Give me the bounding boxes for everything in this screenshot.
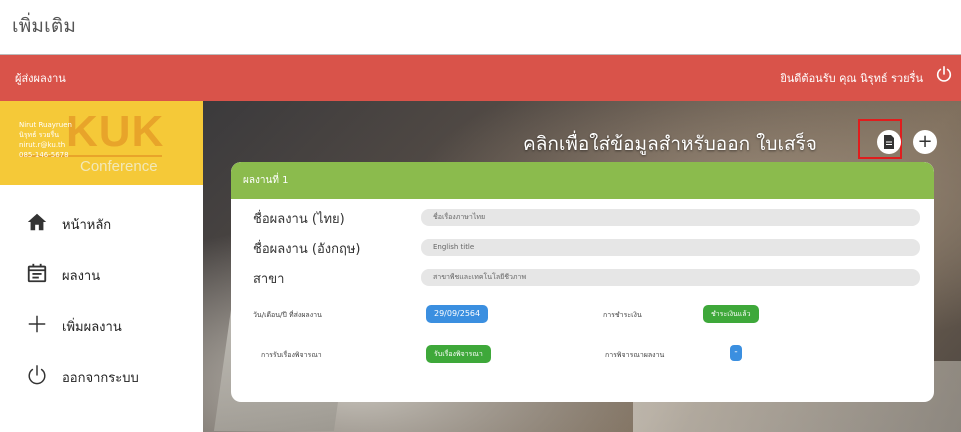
receipt-button[interactable] xyxy=(877,130,901,154)
document-icon xyxy=(884,135,894,149)
logo-kuk-text: KUK xyxy=(66,107,165,156)
user-name-th: นิรุทธ์ รวยรื่น xyxy=(19,131,59,139)
sidebar-item-works[interactable]: ผลงาน xyxy=(0,256,203,307)
sidebar-item-home[interactable]: หน้าหลัก xyxy=(0,205,203,256)
sidebar: KUK Conference Nirut Ruayruen นิรุทธ์ รว… xyxy=(0,101,203,432)
power-icon[interactable] xyxy=(935,65,953,83)
sidebar-item-label: เพิ่มผลงาน xyxy=(62,320,122,335)
work-card: ผลงานที่ 1 ชื่อผลงาน (ไทย) ชื่อเรื่องภาษ… xyxy=(231,162,934,402)
user-info: Nirut Ruayruen นิรุทธ์ รวยรื่น nirut.r@k… xyxy=(19,120,72,160)
field-label: ชื่อผลงาน (อังกฤษ) xyxy=(253,242,361,257)
date-label: วัน/เดือน/ปี ที่ส่งผลงาน xyxy=(253,311,322,319)
branch-field[interactable]: สาขาพืชและเทคโนโลยีชีวภาพ xyxy=(421,269,920,286)
card-header: ผลงานที่ 1 xyxy=(231,162,934,199)
app-window: ผู้ส่งผลงาน ยินดีต้อนรับ คุณ นิรุทธ์ รวย… xyxy=(0,54,961,432)
user-email: nirut.r@ku.th xyxy=(19,141,66,149)
add-receipt-button[interactable]: + xyxy=(913,130,937,154)
home-icon xyxy=(27,213,47,231)
row-title-th: ชื่อผลงาน (ไทย) ชื่อเรื่องภาษาไทย xyxy=(231,206,934,228)
sidebar-nav: หน้าหลัก ผลงาน เพิ่มผลงาน ออกจากระบบ xyxy=(0,205,203,409)
sidebar-item-label: ผลงาน xyxy=(62,269,101,284)
sidebar-item-label: ออกจากระบบ xyxy=(62,371,139,386)
logo-conference-text: Conference xyxy=(80,158,158,175)
plus-icon: + xyxy=(917,131,933,152)
accept-label: การรับเรื่องพิจารณา xyxy=(261,351,322,359)
topbar-brand: ผู้ส่งผลงาน xyxy=(15,72,66,85)
row-branch: สาขา สาขาพืชและเทคโนโลยีชีวภาพ xyxy=(231,266,934,288)
welcome-text: ยินดีต้อนรับ คุณ นิรุทธ์ รวยรื่น xyxy=(780,72,923,85)
date-badge: 29/09/2564 xyxy=(426,305,489,323)
hero-background: คลิกเพื่อใส่ข้อมูลสำหรับออก ใบเสร็จ + ผล… xyxy=(203,101,961,432)
plus-icon xyxy=(28,315,46,333)
sidebar-item-label: หน้าหลัก xyxy=(62,218,112,233)
title-en-field[interactable]: English title xyxy=(421,239,920,256)
calendar-icon xyxy=(27,263,47,283)
payment-status-badge: ชำระเงินแล้ว xyxy=(703,305,759,323)
title-th-field[interactable]: ชื่อเรื่องภาษาไทย xyxy=(421,209,920,226)
power-icon xyxy=(28,365,46,385)
payment-label: การชำระเงิน xyxy=(603,311,642,319)
row-title-en: ชื่อผลงาน (อังกฤษ) English title xyxy=(231,236,934,258)
user-phone: 085-146-5678 xyxy=(19,151,69,159)
review-label: การพิจารณาผลงาน xyxy=(605,351,665,359)
logo: KUK Conference Nirut Ruayruen นิรุทธ์ รว… xyxy=(0,101,203,185)
field-label: สาขา xyxy=(253,272,285,287)
sidebar-item-logout[interactable]: ออกจากระบบ xyxy=(0,358,203,409)
page-caption: เพิ่มเติม xyxy=(12,15,77,37)
review-status-button[interactable]: - xyxy=(730,345,742,361)
sidebar-item-add-work[interactable]: เพิ่มผลงาน xyxy=(0,307,203,358)
top-bar: ผู้ส่งผลงาน ยินดีต้อนรับ คุณ นิรุทธ์ รวย… xyxy=(0,55,961,101)
hero-title: คลิกเพื่อใส่ข้อมูลสำหรับออก ใบเสร็จ xyxy=(523,133,817,155)
user-name-en: Nirut Ruayruen xyxy=(19,121,72,129)
accept-status-badge: รับเรื่องพิจารณา xyxy=(426,345,491,363)
field-label: ชื่อผลงาน (ไทย) xyxy=(253,212,345,227)
